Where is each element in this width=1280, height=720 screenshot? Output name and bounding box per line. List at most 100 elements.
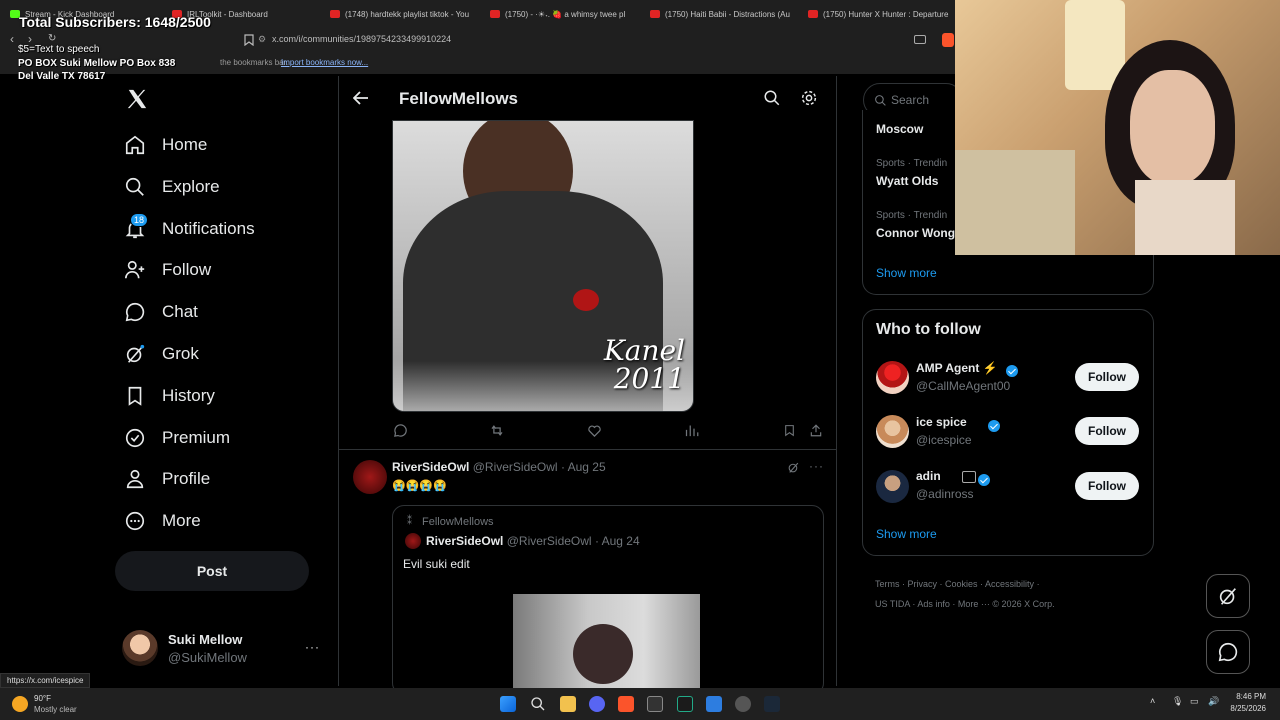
browser-tab[interactable]: (1748) hardtekk playlist tiktok - You bbox=[330, 6, 480, 22]
epic-games-icon[interactable] bbox=[647, 696, 663, 712]
sidebar-item-grok[interactable]: Grok bbox=[124, 336, 199, 372]
window-icon[interactable] bbox=[914, 35, 926, 44]
account-name: Suki Mellow bbox=[168, 632, 243, 647]
repost-icon[interactable] bbox=[489, 423, 505, 438]
trend-name[interactable]: Connor Wong bbox=[876, 226, 955, 240]
account-menu-icon[interactable]: ··· bbox=[305, 640, 320, 654]
chat-icon bbox=[1218, 642, 1238, 662]
share-icon[interactable] bbox=[809, 423, 823, 438]
follow-name[interactable]: ice spice bbox=[916, 415, 967, 429]
post-date[interactable]: · Aug 25 bbox=[561, 460, 606, 474]
reload-icon[interactable]: ↻ bbox=[48, 33, 56, 44]
footer-link-ads-info[interactable]: Ads info bbox=[917, 599, 950, 609]
post-handle[interactable]: @RiverSideOwl bbox=[473, 460, 558, 474]
bookmark-icon[interactable] bbox=[244, 34, 254, 46]
follow-handle: @adinross bbox=[916, 487, 974, 501]
sidebar-item-home[interactable]: Home bbox=[124, 127, 207, 163]
brave-icon[interactable] bbox=[618, 696, 634, 712]
back-icon[interactable]: ‹ bbox=[10, 32, 14, 46]
url-field[interactable]: x.com/i/communities/1989754233499910224 bbox=[272, 34, 451, 44]
follow-button[interactable]: Follow bbox=[1075, 363, 1139, 391]
start-icon[interactable] bbox=[500, 696, 516, 712]
network-icon[interactable]: ▭ bbox=[1190, 696, 1199, 707]
post-author[interactable]: RiverSideOwl bbox=[392, 460, 469, 474]
page-title: FellowMellows bbox=[399, 89, 519, 108]
follow-name[interactable]: AMP Agent ⚡ bbox=[916, 361, 998, 375]
who-to-follow-show-more-link[interactable]: Show more bbox=[876, 527, 937, 541]
footer-link-privacy[interactable]: Privacy bbox=[908, 579, 938, 589]
sidebar-item-follow[interactable]: Follow bbox=[124, 252, 211, 288]
gear-icon[interactable] bbox=[800, 89, 818, 107]
follow-button[interactable]: Follow bbox=[1075, 472, 1139, 500]
sidebar-item-premium[interactable]: Premium bbox=[124, 420, 230, 456]
post-button[interactable]: Post bbox=[115, 551, 309, 591]
weather-desc[interactable]: Mostly clear bbox=[34, 705, 77, 714]
avatar[interactable] bbox=[876, 415, 909, 448]
trend-name[interactable]: Moscow bbox=[876, 122, 923, 136]
avatar[interactable] bbox=[876, 470, 909, 503]
search-icon[interactable] bbox=[763, 89, 781, 107]
back-arrow-icon[interactable] bbox=[353, 91, 369, 105]
terminal-icon[interactable] bbox=[677, 696, 693, 712]
sidebar-item-label: Follow bbox=[162, 260, 212, 279]
file-explorer-icon[interactable] bbox=[560, 696, 576, 712]
avatar[interactable] bbox=[353, 460, 387, 494]
notification-badge: 18 bbox=[130, 213, 148, 227]
sidebar-item-label: Home bbox=[162, 135, 208, 154]
weather-icon[interactable] bbox=[12, 696, 28, 712]
import-bookmarks-link[interactable]: Import bookmarks now... bbox=[281, 58, 368, 67]
volume-icon[interactable]: 🔊 bbox=[1208, 696, 1219, 707]
browser-tab[interactable]: (1750) Hunter X Hunter : Departure bbox=[808, 6, 953, 22]
reply-icon[interactable] bbox=[393, 423, 408, 438]
obs-icon[interactable] bbox=[735, 696, 751, 712]
quote-video-thumbnail[interactable] bbox=[513, 594, 700, 694]
grok-icon[interactable] bbox=[787, 461, 800, 474]
chat-floating-button[interactable] bbox=[1206, 630, 1250, 674]
community-icon: ⁑ bbox=[407, 516, 412, 527]
sidebar-item-more[interactable]: More bbox=[124, 503, 201, 539]
post-menu-icon[interactable]: ··· bbox=[809, 459, 824, 473]
brave-shield-icon[interactable] bbox=[942, 33, 954, 47]
tray-chevron-icon[interactable]: ˄ bbox=[1150, 696, 1155, 706]
search-icon[interactable] bbox=[530, 696, 546, 712]
sidebar-item-label: More bbox=[162, 511, 201, 530]
footer-link-more[interactable]: More ··· bbox=[958, 599, 990, 609]
grok-floating-button[interactable] bbox=[1206, 574, 1250, 618]
avatar[interactable] bbox=[122, 630, 158, 666]
sidebar-item-chat[interactable]: Chat bbox=[124, 294, 198, 330]
quote-community[interactable]: FellowMellows bbox=[422, 516, 494, 528]
bookmark-icon[interactable] bbox=[783, 423, 796, 438]
post-image[interactable]: Kanel 2011 bbox=[392, 120, 694, 412]
browser-tab[interactable]: (1750) - ·☀︎˖. 🍓 a whimsy twee pl bbox=[490, 6, 638, 22]
trends-show-more-link[interactable]: Show more bbox=[876, 266, 937, 280]
more-icon bbox=[125, 511, 145, 531]
youtube-icon bbox=[650, 10, 660, 18]
webcam-face bbox=[1130, 70, 1215, 185]
microphone-icon[interactable]: 🎙 bbox=[1172, 696, 1183, 707]
footer-link-cookies[interactable]: Cookies bbox=[945, 579, 978, 589]
trend-name[interactable]: Wyatt Olds bbox=[876, 174, 938, 188]
browser-tab[interactable]: (1750) Haiti Babii - Distractions (Au bbox=[650, 6, 800, 22]
discord-icon[interactable] bbox=[589, 696, 605, 712]
follow-name[interactable]: adin bbox=[916, 469, 941, 483]
sidebar-item-explore[interactable]: Explore bbox=[124, 169, 220, 205]
clock-date[interactable]: 8/25/2026 bbox=[1224, 704, 1266, 713]
youtube-icon bbox=[808, 10, 818, 18]
views-icon[interactable] bbox=[684, 423, 699, 438]
quote-author: RiverSideOwl bbox=[426, 534, 504, 548]
weather-temp[interactable]: 90°F bbox=[34, 694, 51, 703]
site-info-icon[interactable]: ⚙ bbox=[258, 34, 266, 45]
clock-time[interactable]: 8:46 PM bbox=[1230, 692, 1266, 701]
sidebar-item-history[interactable]: History bbox=[124, 378, 215, 414]
avatar[interactable] bbox=[876, 361, 909, 394]
footer-link-us-tida[interactable]: US TIDA bbox=[875, 599, 910, 609]
sidebar-item-profile[interactable]: Profile bbox=[124, 461, 210, 497]
app-icon[interactable] bbox=[706, 696, 722, 712]
footer-link-accessibility[interactable]: Accessibility bbox=[985, 579, 1034, 589]
follow-button[interactable]: Follow bbox=[1075, 417, 1139, 445]
steam-icon[interactable] bbox=[764, 696, 780, 712]
footer-link-terms[interactable]: Terms bbox=[875, 579, 900, 589]
like-icon[interactable] bbox=[587, 423, 602, 438]
quoted-post[interactable]: ⁑ FellowMellows RiverSideOwl @RiverSideO… bbox=[392, 505, 824, 695]
x-logo-icon[interactable] bbox=[126, 88, 148, 110]
